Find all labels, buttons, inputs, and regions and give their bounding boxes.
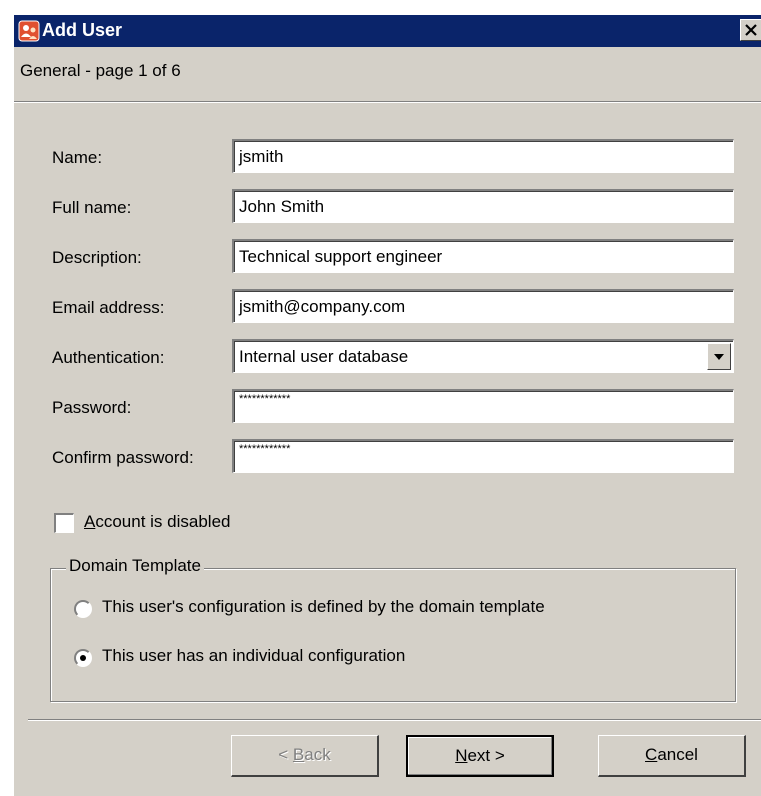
radio-individual-config-label[interactable]: This user has an individual configuratio… — [102, 646, 405, 666]
email-label: Email address: — [52, 298, 165, 317]
full-name-label: Full name: — [52, 198, 132, 217]
name-field[interactable]: jsmith — [232, 139, 734, 173]
password-label: Password: — [52, 398, 132, 417]
authentication-select[interactable]: Internal user database — [232, 339, 734, 373]
authentication-selected-value: Internal user database — [239, 347, 409, 366]
next-text: ext > — [467, 746, 505, 765]
description-label: Description: — [52, 248, 142, 267]
authentication-dropdown-button[interactable] — [707, 343, 731, 370]
authentication-label: Authentication: — [52, 348, 165, 367]
email-field[interactable]: jsmith@company.com — [232, 289, 734, 323]
close-button[interactable] — [740, 19, 761, 41]
confirm-password-label: Confirm password: — [52, 448, 194, 467]
name-label: Name: — [52, 148, 103, 167]
cancel-text: ancel — [657, 745, 698, 764]
account-disabled-label[interactable]: Account is disabled — [84, 512, 230, 532]
back-accel: B — [292, 745, 305, 764]
close-icon — [745, 24, 757, 36]
domain-template-group — [50, 568, 736, 702]
radio-selected-dot — [80, 655, 86, 661]
window-title: Add User — [42, 20, 123, 40]
header-divider — [14, 101, 761, 103]
radio-domain-template-label[interactable]: This user's configuration is defined by … — [102, 597, 545, 617]
radio-domain-template[interactable] — [74, 600, 92, 618]
cancel-button[interactable]: Cancel — [598, 735, 746, 777]
confirm-password-field[interactable]: ************ — [232, 439, 734, 473]
full-name-field[interactable]: John Smith — [232, 189, 734, 223]
cancel-accel: C — [645, 745, 658, 764]
page-header: General - page 1 of 6 — [20, 61, 181, 80]
footer-divider — [28, 719, 761, 721]
back-button[interactable]: < Back — [231, 735, 379, 777]
back-prefix: < — [278, 745, 293, 764]
next-accel: N — [455, 746, 468, 765]
domain-template-legend: Domain Template — [66, 556, 204, 576]
add-user-dialog: Add User General - page 1 of 6 Name: jsm… — [13, 14, 761, 796]
description-field[interactable]: Technical support engineer — [232, 239, 734, 273]
user-app-icon — [18, 20, 40, 42]
account-disabled-text: ccount is disabled — [95, 512, 231, 531]
back-text: ack — [304, 745, 331, 764]
title-bar[interactable]: Add User — [14, 15, 761, 47]
password-field[interactable]: ************ — [232, 389, 734, 423]
account-disabled-checkbox[interactable] — [54, 513, 74, 533]
account-disabled-accel: A — [84, 512, 96, 531]
chevron-down-icon — [714, 354, 724, 360]
next-button[interactable]: Next > — [406, 735, 554, 777]
radio-individual-config[interactable] — [74, 649, 92, 667]
